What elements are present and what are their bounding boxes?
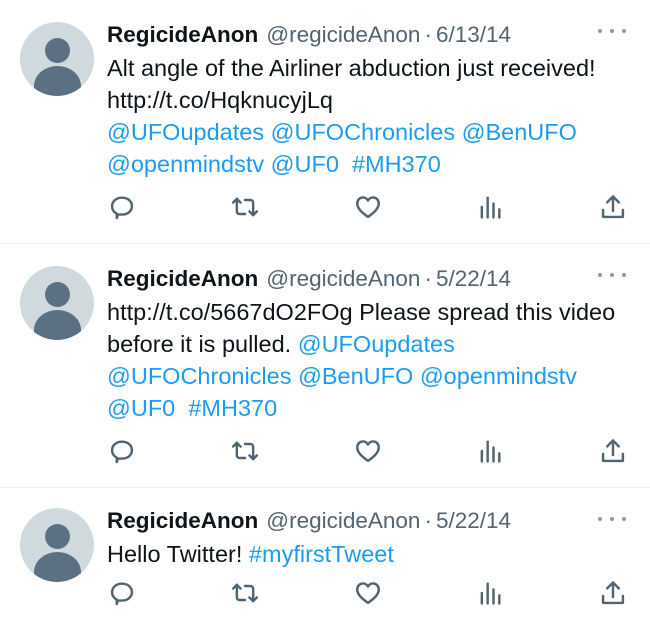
display-name[interactable]: RegicideAnon [107,264,258,294]
mention-link[interactable]: @UFOupdates [107,119,264,145]
like-icon[interactable] [353,578,383,608]
tweet-body: Alt angle of the Airliner abduction just… [107,55,603,113]
mention-link[interactable]: @UFOChronicles [107,363,291,389]
tweet[interactable]: RegicideAnon @regicideAnon · 6/13/14 Alt… [0,0,650,244]
avatar-head [45,282,70,307]
like-icon[interactable] [353,192,383,222]
user-handle[interactable]: @regicideAnon [266,20,420,50]
mention-link[interactable]: @UFOupdates [298,331,455,357]
more-icon[interactable] [598,22,626,40]
separator-dot: · [424,508,432,533]
tweet[interactable]: RegicideAnon @regicideAnon · 5/22/14 htt… [0,244,650,488]
tweet-header: RegicideAnon @regicideAnon · 6/13/14 [107,20,628,50]
tweet-content: RegicideAnon @regicideAnon · 5/22/14 htt… [107,264,628,424]
avatar-shoulders [34,552,81,582]
views-icon[interactable] [475,578,505,608]
mention-link[interactable]: @UFOChronicles [271,119,455,145]
default-avatar-icon[interactable] [20,22,94,96]
like-icon[interactable] [353,436,383,466]
default-avatar-icon[interactable] [20,266,94,340]
tweet-header: RegicideAnon @regicideAnon · 5/22/14 [107,506,628,536]
tweet-text: Alt angle of the Airliner abduction just… [107,52,627,180]
more-icon[interactable] [598,266,626,284]
tweet-date[interactable]: 5/22/14 [436,264,511,294]
tweet-body: Hello Twitter! [107,541,243,567]
more-icon[interactable] [598,510,626,528]
retweet-icon[interactable] [230,192,260,222]
reply-icon[interactable] [107,578,137,608]
reply-icon[interactable] [107,436,137,466]
retweet-icon[interactable] [230,436,260,466]
mention-link[interactable]: @UF0 [107,395,175,421]
mention-link[interactable]: @openmindstv [107,151,264,177]
tweet-text: Hello Twitter! #myfirstTweet [107,538,627,570]
avatar-shoulders [34,66,81,96]
views-icon[interactable] [475,192,505,222]
action-bar [107,192,628,222]
avatar-head [45,524,70,549]
avatar-head [45,38,70,63]
user-handle[interactable]: @regicideAnon [266,506,420,536]
mention-link[interactable]: @BenUFO [462,119,577,145]
display-name[interactable]: RegicideAnon [107,506,258,536]
hashtag-link[interactable]: #myfirstTweet [249,541,394,567]
share-icon[interactable] [598,436,628,466]
display-name[interactable]: RegicideAnon [107,20,258,50]
tweet-content: RegicideAnon @regicideAnon · 5/22/14 Hel… [107,506,628,570]
mention-link[interactable]: @BenUFO [298,363,413,389]
tweet-text: http://t.co/5667dO2FOg Please spread thi… [107,296,627,424]
share-icon[interactable] [598,578,628,608]
user-handle[interactable]: @regicideAnon [266,264,420,294]
tweet-date[interactable]: 6/13/14 [436,20,511,50]
tweet-feed: RegicideAnon @regicideAnon · 6/13/14 Alt… [0,0,650,630]
action-bar [107,436,628,466]
share-icon[interactable] [598,192,628,222]
action-bar [107,578,628,608]
tweet-content: RegicideAnon @regicideAnon · 6/13/14 Alt… [107,20,628,180]
default-avatar-icon[interactable] [20,508,94,582]
separator-dot: · [424,22,432,47]
separator-dot: · [424,266,432,291]
retweet-icon[interactable] [230,578,260,608]
tweet[interactable]: RegicideAnon @regicideAnon · 5/22/14 Hel… [0,488,650,630]
tweet-date[interactable]: 5/22/14 [436,506,511,536]
avatar-shoulders [34,310,81,340]
mention-link[interactable]: @openmindstv [420,363,577,389]
hashtag-link[interactable]: #MH370 [352,151,441,177]
hashtag-link[interactable]: #MH370 [188,395,277,421]
mention-link[interactable]: @UF0 [271,151,339,177]
views-icon[interactable] [475,436,505,466]
reply-icon[interactable] [107,192,137,222]
tweet-header: RegicideAnon @regicideAnon · 5/22/14 [107,264,628,294]
